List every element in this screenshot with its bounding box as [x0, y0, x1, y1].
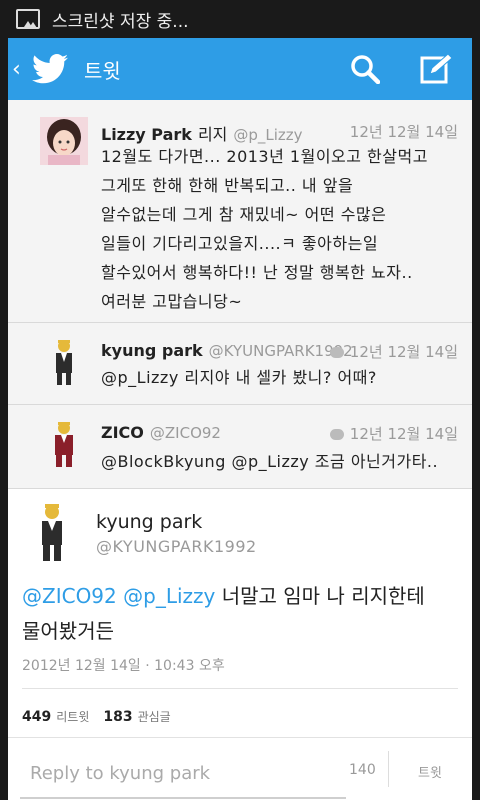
avatar[interactable]: [40, 337, 88, 385]
tweet-item[interactable]: kyung park @KYUNGPARK1992 12년 12월 14일 @p_…: [8, 323, 472, 405]
tweet-text: 12월도 다가면... 2013년 1월이오고 한살먹고 그게또 한해 한해 반…: [101, 147, 428, 311]
tweet-text: @BlockBkyung @p_Lizzy 조금 아닌거가타..: [101, 452, 439, 471]
author-name[interactable]: ZICO: [101, 423, 144, 442]
page-title: 트윗: [84, 58, 121, 83]
divider: [388, 751, 389, 787]
tweet-button[interactable]: 트윗: [418, 762, 442, 781]
mention-link[interactable]: @ZICO92: [22, 584, 117, 608]
tweet-time: 12년 12월 14일: [329, 423, 458, 444]
app-bar: ‹ 트윗: [8, 38, 472, 100]
reply-bubble-icon: [329, 347, 344, 358]
author-handle[interactable]: @ZICO92: [150, 424, 221, 442]
tweet-item[interactable]: Lizzy Park 리지 @p_Lizzy 12년 12월 14일 12월도 다가…: [8, 100, 472, 323]
avatar[interactable]: [40, 419, 88, 467]
reply-bubble-icon: [329, 429, 344, 440]
twitter-bird-icon[interactable]: [30, 54, 70, 84]
tweet-text: @ZICO92 @p_Lizzy 너말고 임마 나 리지한테 물어봤거든: [22, 579, 462, 649]
tweet-stats: 449 리트윗 183 관심글: [22, 708, 185, 725]
reply-input[interactable]: [20, 755, 346, 791]
search-icon[interactable]: [350, 54, 380, 84]
avatar[interactable]: [40, 117, 88, 165]
tweet-item[interactable]: ZICO @ZICO92 12년 12월 14일 @BlockBkyung @p_…: [8, 405, 472, 489]
char-count: 140: [349, 762, 376, 778]
compose-icon[interactable]: [420, 52, 454, 84]
divider: [8, 737, 472, 738]
mention-link[interactable]: @p_Lizzy: [123, 584, 215, 608]
app-frame: ‹ 트윗 Lizzy Park리지@p_Lizzy 12년 12월 14일: [8, 38, 472, 800]
tweet-text: @p_Lizzy 리지야 내 셀카 봤니? 어때?: [101, 368, 377, 387]
author-name[interactable]: kyung park: [101, 341, 203, 360]
tweet-time-text: 12년 12월 14일: [349, 343, 458, 361]
tweet-time: 12년 12월 14일: [349, 123, 458, 141]
retweet-label[interactable]: 리트윗: [56, 710, 89, 724]
favorite-label[interactable]: 관심글: [138, 710, 171, 724]
avatar[interactable]: [22, 501, 82, 561]
favorite-count[interactable]: 183: [103, 709, 132, 725]
tweet-author[interactable]: ZICO @ZICO92: [101, 423, 221, 442]
tweet-text-line-1: 너말고 임마 나 리지한테: [221, 584, 425, 608]
tweet-time: 12년 12월 14일: [329, 341, 458, 362]
tweet-author[interactable]: kyung park @KYUNGPARK1992: [101, 341, 353, 360]
main-tweet: kyung park @KYUNGPARK1992 @ZICO92 @p_Liz…: [8, 489, 472, 800]
retweet-count[interactable]: 449: [22, 709, 51, 725]
image-icon: [16, 9, 40, 29]
back-icon[interactable]: ‹: [12, 57, 28, 82]
tweet-text-line-2: 물어봤거든: [22, 619, 114, 643]
author-name[interactable]: kyung park: [96, 511, 202, 533]
status-bar: 스크린샷 저장 중...: [0, 0, 480, 38]
status-text: 스크린샷 저장 중...: [52, 11, 189, 32]
author-handle[interactable]: @KYUNGPARK1992: [96, 537, 257, 556]
reply-box[interactable]: [20, 755, 346, 799]
tweet-time-text: 12년 12월 14일: [349, 425, 458, 443]
divider: [22, 688, 458, 689]
tweet-date: 2012년 12월 14일 · 10:43 오후: [22, 658, 225, 674]
